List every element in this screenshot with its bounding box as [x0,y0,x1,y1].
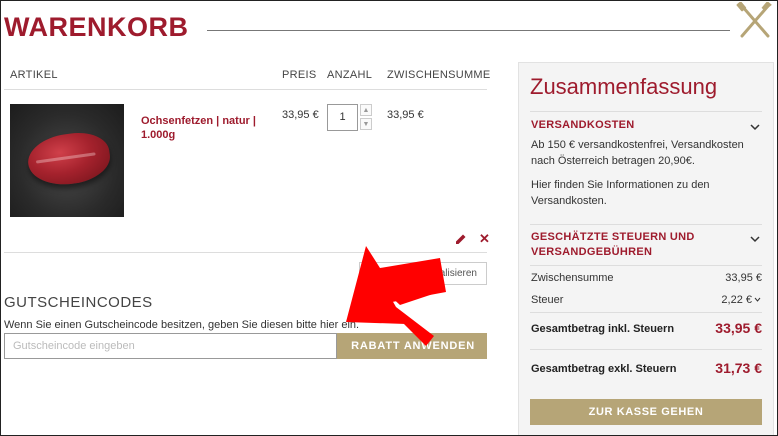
summary-divider [530,312,762,313]
product-price: 33,95 € [282,109,319,121]
title-divider [207,30,730,31]
summary-divider [530,349,762,350]
total-incl-tax-label: Gesamtbetrag inkl. Steuern [531,323,675,335]
chevron-down-icon[interactable] [750,122,760,132]
product-subtotal: 33,95 € [387,109,424,121]
column-header-subtotal: ZWISCHENSUMME [387,69,491,81]
shipping-heading[interactable]: VERSANDKOSTEN [531,118,635,133]
remove-item-icon[interactable]: ✕ [479,231,490,247]
summary-tax-label: Steuer [531,294,564,306]
total-excl-tax-label: Gesamtbetrag exkl. Steuern [531,363,677,375]
page-title: WARENKORB [4,12,189,42]
meat-illustration [24,128,114,190]
coupon-input[interactable]: Gutscheincode eingeben [4,333,337,359]
summary-divider [530,224,762,225]
summary-title: Zusammenfassung [530,74,718,99]
column-header-quantity: ANZAHL [327,69,373,81]
edit-pencil-icon[interactable] [455,233,467,245]
tax-chevron-down-icon[interactable] [754,297,761,303]
summary-divider [530,111,762,112]
quantity-decrease-icon[interactable]: ▼ [360,118,372,130]
apply-coupon-button[interactable]: RABATT ANWENDEN [337,333,487,359]
cart-items-divider [4,252,487,253]
product-image[interactable] [10,104,124,217]
column-header-price: PREIS [282,69,317,81]
quantity-input[interactable]: 1 [327,104,358,131]
table-header-divider [4,89,487,90]
product-name-link[interactable]: Ochsenfetzen | natur | 1.000g [141,114,261,142]
quantity-increase-icon[interactable]: ▲ [360,104,372,116]
column-header-article: ARTIKEL [10,69,58,81]
coupon-hint: Wenn Sie einen Gutscheincode besitzen, g… [4,319,360,331]
crossed-knife-fork-icon [736,2,772,38]
shipping-text: Ab 150 € versandkostenfrei, Versandkoste… [531,139,744,167]
summary-subtotal-value: 33,95 € [725,272,762,284]
chevron-down-icon[interactable] [750,234,760,244]
total-incl-tax-value: 33,95 € [715,320,762,336]
checkout-button[interactable]: ZUR KASSE GEHEN [530,399,762,425]
shipping-info: Hier finden Sie Informationen zu den Ver… [531,179,710,207]
coupon-title: GUTSCHEINCODES [4,294,153,311]
tax-shipping-heading[interactable]: GESCHÄTZTE STEUERN UND VERSANDGEBÜHREN [531,230,736,260]
update-cart-button[interactable]: Warenkorb aktualisieren [359,262,487,285]
summary-tax-value: 2,22 € [721,294,752,306]
summary-divider [530,265,762,266]
total-excl-tax-value: 31,73 € [715,360,762,376]
summary-subtotal-label: Zwischensumme [531,272,614,284]
